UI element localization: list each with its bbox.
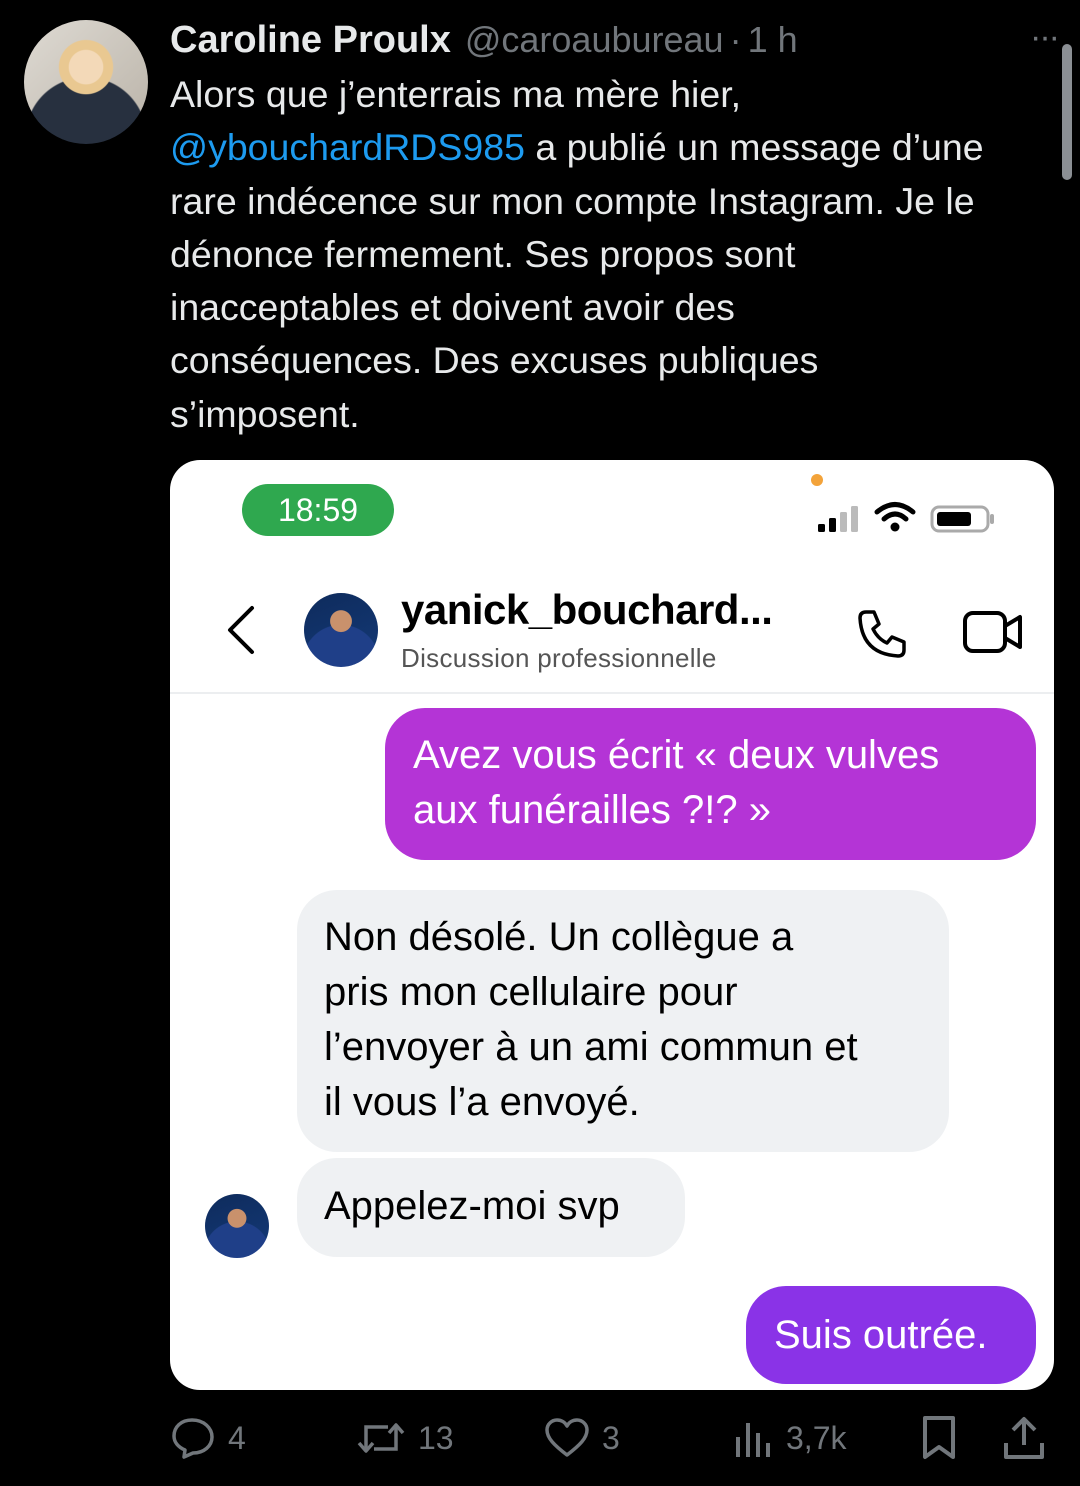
message-received-2: Appelez-moi svp bbox=[297, 1158, 685, 1257]
contact-subtitle: Discussion professionnelle bbox=[401, 643, 717, 673]
back-icon[interactable] bbox=[222, 604, 262, 656]
author-name[interactable]: Caroline Proulx bbox=[170, 19, 451, 62]
like-icon bbox=[545, 1418, 589, 1457]
repost-icon bbox=[357, 1423, 405, 1453]
cellular-signal-icon bbox=[818, 506, 858, 532]
battery-icon bbox=[930, 505, 994, 533]
more-options-icon[interactable]: ··· bbox=[1030, 18, 1060, 57]
bookmark-icon bbox=[923, 1416, 955, 1459]
like-count: 3 bbox=[602, 1419, 620, 1456]
phone-icon[interactable] bbox=[854, 606, 910, 662]
reply-icon bbox=[172, 1418, 214, 1459]
repost-count: 13 bbox=[418, 1419, 454, 1456]
message-text: Non désolé. Un collègue a pris mon cellu… bbox=[324, 915, 858, 1124]
tweet-text-rest: a publié un message d’une rare indécence… bbox=[170, 126, 984, 435]
views-count: 3,7k bbox=[786, 1419, 847, 1456]
wifi-icon bbox=[874, 502, 916, 532]
reply-button[interactable]: 4 bbox=[170, 1410, 246, 1466]
mention-link[interactable]: @ybouchardRDS985 bbox=[170, 126, 525, 168]
privacy-indicator bbox=[811, 474, 823, 486]
tweet-header: Caroline Proulx @caroaubureau · 1 h bbox=[170, 16, 1060, 64]
share-icon bbox=[1004, 1417, 1044, 1459]
author-handle[interactable]: @caroaubureau bbox=[465, 19, 724, 61]
views-button[interactable]: 3,7k bbox=[734, 1410, 846, 1466]
header-separator: · bbox=[729, 19, 742, 60]
tweet-time[interactable]: 1 h bbox=[748, 19, 798, 61]
tweet-text: Alors que j’enterrais ma mère hier, @ybo… bbox=[170, 68, 1062, 441]
like-button[interactable]: 3 bbox=[544, 1410, 620, 1466]
tweet-actions: 4 13 3 3,7k bbox=[170, 1410, 1060, 1466]
reply-count: 4 bbox=[228, 1419, 246, 1456]
author-avatar[interactable] bbox=[24, 20, 148, 144]
message-received-1: Non désolé. Un collègue a pris mon cellu… bbox=[297, 890, 949, 1152]
contact-message-avatar bbox=[205, 1194, 269, 1258]
bookmark-button[interactable] bbox=[920, 1410, 970, 1466]
message-text: Appelez-moi svp bbox=[324, 1184, 620, 1228]
message-text: Suis outrée. bbox=[774, 1313, 988, 1357]
repost-button[interactable]: 13 bbox=[356, 1410, 454, 1466]
tweet-text-line1: Alors que j’enterrais ma mère hier, bbox=[170, 73, 742, 115]
message-text: Avez vous écrit « deux vulves aux funéra… bbox=[413, 733, 940, 832]
video-icon[interactable] bbox=[962, 608, 1024, 656]
message-sent-1: Avez vous écrit « deux vulves aux funéra… bbox=[385, 708, 1036, 860]
share-button[interactable] bbox=[1002, 1410, 1058, 1466]
contact-name[interactable]: yanick_bouchard... bbox=[401, 586, 773, 634]
scrollbar[interactable] bbox=[1062, 44, 1072, 180]
message-sent-2: Suis outrée. bbox=[746, 1286, 1036, 1384]
header-divider bbox=[170, 692, 1054, 694]
status-time-pill: 18:59 bbox=[242, 484, 394, 536]
attached-image[interactable]: 18:59 yanick_bouchard... Discussion prof… bbox=[170, 460, 1054, 1390]
contact-avatar[interactable] bbox=[304, 593, 378, 667]
views-icon bbox=[736, 1423, 770, 1457]
